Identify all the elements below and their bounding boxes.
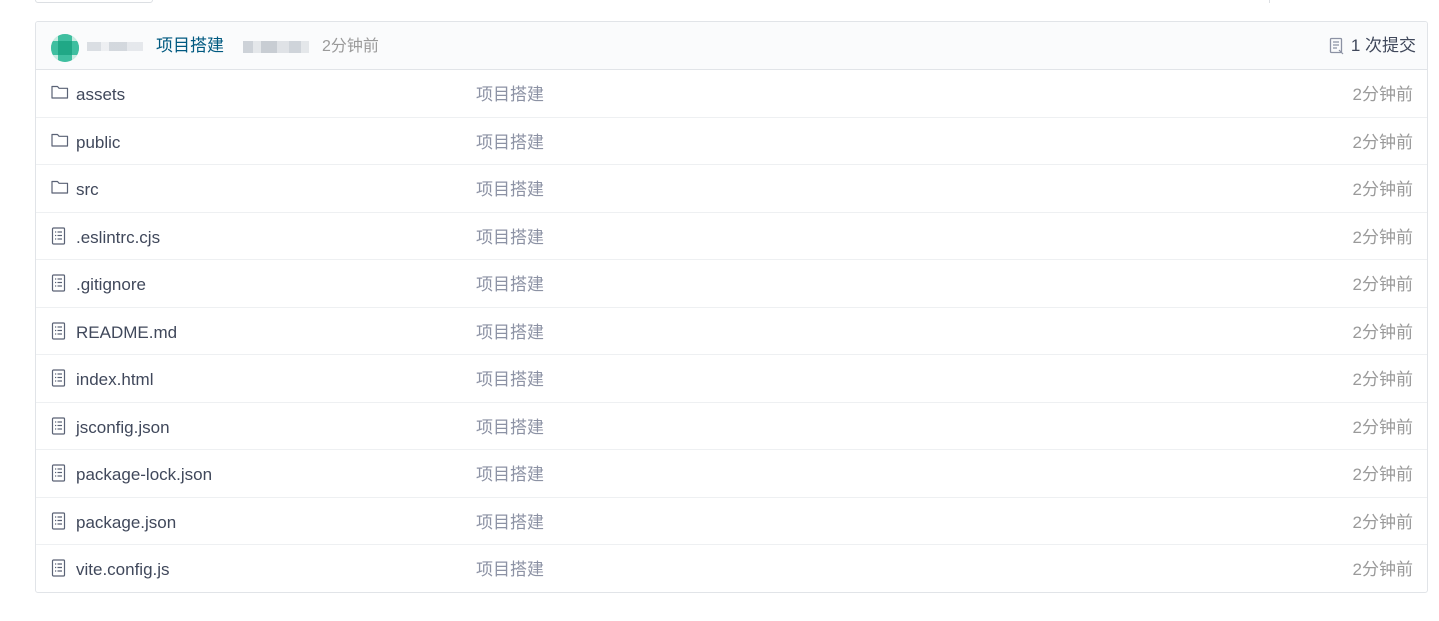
file-icon — [51, 511, 69, 530]
file-commit-time: 2分钟前 — [1352, 275, 1413, 294]
file-name-link[interactable]: vite.config.js — [76, 560, 170, 580]
file-commit-message-link[interactable]: 项目搭建 — [476, 370, 544, 390]
file-name-link[interactable]: assets — [76, 85, 125, 105]
file-name-link[interactable]: src — [76, 180, 99, 200]
file-row[interactable]: README.md 项目搭建 2分钟前 — [36, 308, 1427, 355]
file-commit-time: 2分钟前 — [1352, 180, 1413, 199]
file-row[interactable]: jsconfig.json 项目搭建 2分钟前 — [36, 403, 1427, 450]
folder-icon — [51, 84, 69, 102]
file-icon — [51, 369, 69, 387]
file-row[interactable]: .gitignore 项目搭建 2分钟前 — [36, 260, 1427, 308]
file-name-link[interactable]: index.html — [76, 370, 153, 390]
commit-count-link[interactable]: 1 次提交 — [1329, 36, 1416, 56]
file-list: assets 项目搭建 2分钟前 public 项目搭建 2分钟前 src 项目搭建 2分钟前.… — [36, 70, 1427, 592]
file-commit-message-link[interactable]: 项目搭建 — [476, 133, 544, 153]
file-icon — [51, 416, 69, 435]
file-commit-time: 2分钟前 — [1352, 512, 1413, 532]
file-commit-time: 2分钟前 — [1352, 560, 1413, 579]
file-row[interactable]: package.json 项目搭建 2分钟前 — [36, 498, 1427, 545]
file-commit-time: 2分钟前 — [1352, 227, 1413, 247]
file-name-link[interactable]: public — [76, 133, 120, 153]
file-commit-message-link[interactable]: 项目搭建 — [476, 418, 544, 438]
file-name-link[interactable]: package.json — [76, 513, 176, 533]
commit-history-icon — [1329, 37, 1344, 55]
file-name-link[interactable]: .eslintrc.cjs — [76, 228, 160, 248]
commit-count-label: 1 次提交 — [1350, 36, 1416, 55]
file-name-link[interactable]: .gitignore — [76, 275, 146, 295]
file-commit-time: 2分钟前 — [1352, 370, 1413, 389]
file-row[interactable]: vite.config.js 项目搭建 2分钟前 — [36, 545, 1427, 592]
commit-hash-redacted[interactable] — [243, 41, 309, 53]
file-commit-time: 2分钟前 — [1352, 85, 1413, 104]
file-icon — [51, 274, 69, 292]
file-icon — [51, 464, 69, 482]
file-commit-time: 2分钟前 — [1352, 465, 1413, 484]
latest-commit-message-link[interactable]: 项目搭建 — [156, 36, 224, 56]
file-row[interactable]: public 项目搭建 2分钟前 — [36, 118, 1427, 165]
file-name-link[interactable]: README.md — [76, 323, 177, 343]
file-commit-time: 2分钟前 — [1352, 132, 1413, 152]
file-icon — [51, 226, 69, 245]
file-commit-message-link[interactable]: 项目搭建 — [476, 560, 544, 580]
author-name-redacted[interactable] — [87, 42, 143, 51]
file-commit-message-link[interactable]: 项目搭建 — [476, 275, 544, 295]
repo-file-browser: 项目搭建 2分钟前 1 次提交 assets 项目搭建 2分钟前 public 项目搭建… — [35, 21, 1428, 593]
file-icon — [51, 559, 69, 577]
file-name-link[interactable]: jsconfig.json — [76, 418, 170, 438]
folder-icon — [51, 132, 69, 150]
file-commit-message-link[interactable]: 项目搭建 — [476, 180, 544, 200]
file-commit-message-link[interactable]: 项目搭建 — [476, 465, 544, 485]
file-commit-message-link[interactable]: 项目搭建 — [476, 85, 544, 105]
file-commit-time: 2分钟前 — [1352, 417, 1413, 437]
latest-commit-bar: 项目搭建 2分钟前 1 次提交 — [36, 22, 1427, 70]
top-partial-button[interactable] — [35, 0, 153, 3]
latest-commit-time: 2分钟前 — [322, 38, 379, 55]
top-divider — [1269, 0, 1270, 3]
file-row[interactable]: index.html 项目搭建 2分钟前 — [36, 355, 1427, 403]
file-commit-message-link[interactable]: 项目搭建 — [476, 228, 544, 248]
file-icon — [51, 321, 69, 340]
avatar[interactable] — [51, 34, 79, 62]
file-row[interactable]: assets 项目搭建 2分钟前 — [36, 70, 1427, 118]
folder-icon — [51, 179, 69, 197]
file-row[interactable]: package-lock.json 项目搭建 2分钟前 — [36, 450, 1427, 498]
file-commit-time: 2分钟前 — [1352, 322, 1413, 342]
file-row[interactable]: src 项目搭建 2分钟前 — [36, 165, 1427, 213]
file-commit-message-link[interactable]: 项目搭建 — [476, 513, 544, 533]
file-commit-message-link[interactable]: 项目搭建 — [476, 323, 544, 343]
file-row[interactable]: .eslintrc.cjs 项目搭建 2分钟前 — [36, 213, 1427, 260]
file-name-link[interactable]: package-lock.json — [76, 465, 212, 485]
